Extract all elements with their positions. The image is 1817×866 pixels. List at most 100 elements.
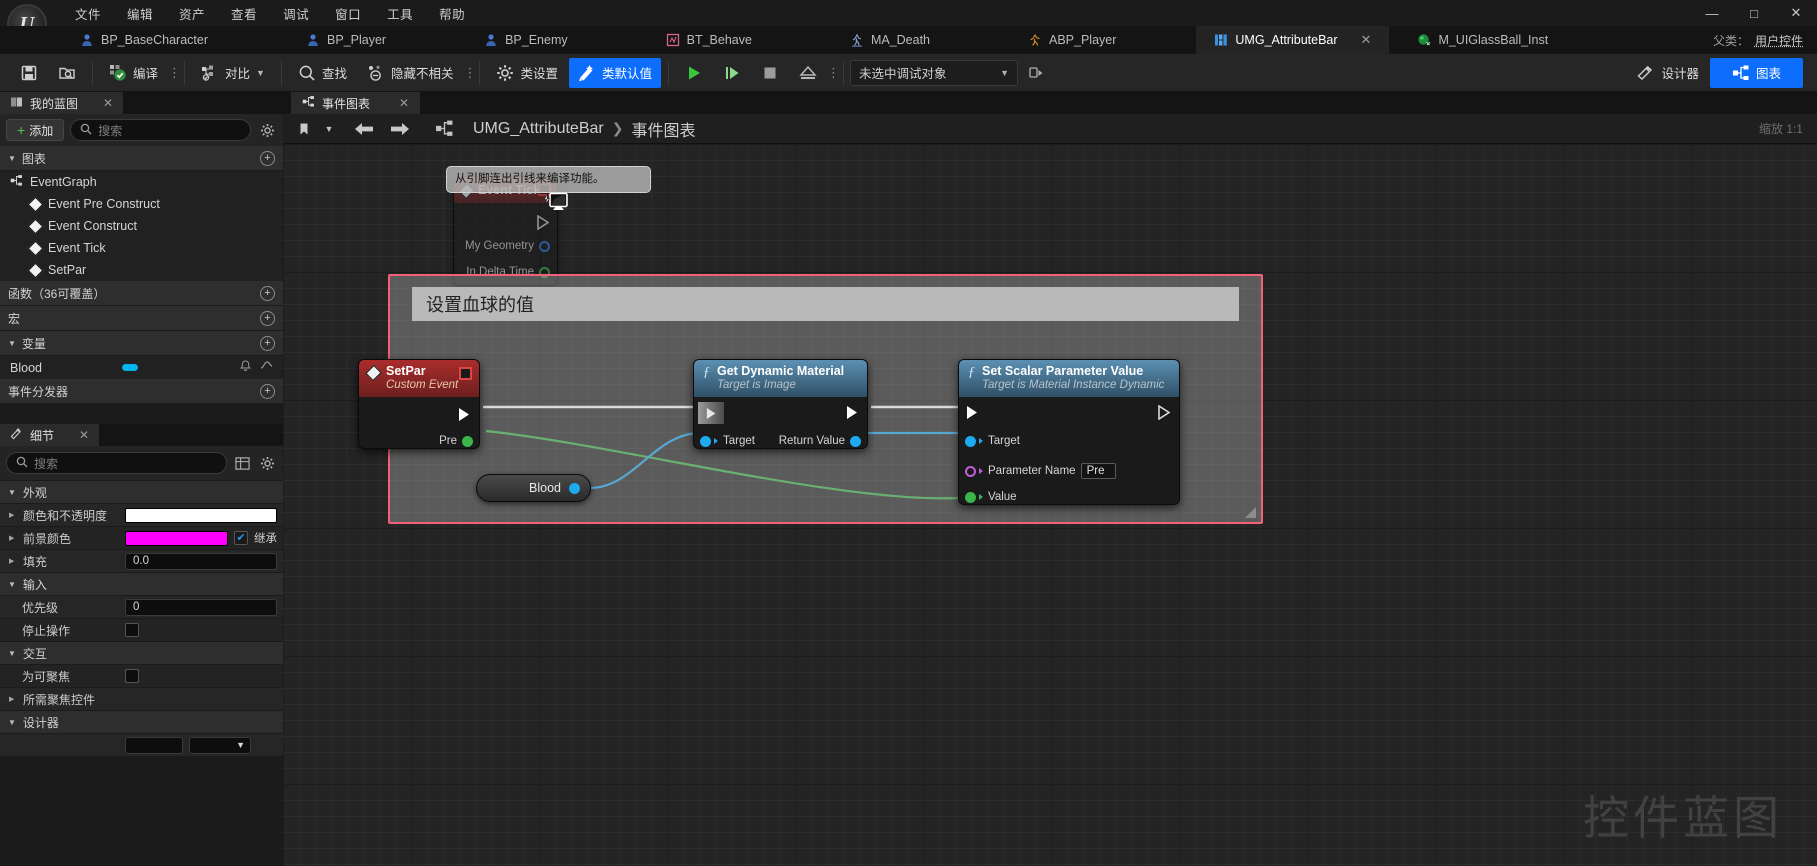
my-blueprint-search-input[interactable]: 搜索 (70, 119, 251, 141)
menu-item-window[interactable]: 窗口 (322, 1, 374, 26)
breadcrumb-leaf[interactable]: 事件图表 (631, 117, 695, 141)
add-variable-icon[interactable]: + (260, 335, 275, 351)
triangle-right-icon[interactable]: ▶ (9, 511, 17, 519)
details-category-appearance[interactable]: ▼ 外观 (0, 480, 283, 503)
section-variables[interactable]: ▼ 变量 + (0, 331, 283, 356)
asset-tab-bp-enemy[interactable]: BP_Enemy (466, 26, 586, 54)
property-row-priority[interactable]: 优先级 0 (0, 595, 283, 618)
property-row-is-focusable[interactable]: 为可聚焦 (0, 664, 283, 687)
designer-mode-button[interactable]: 设计器 (1628, 58, 1708, 88)
save-button[interactable] (11, 58, 47, 88)
step-button[interactable] (714, 58, 750, 88)
pin-parameter-name-input[interactable]: Parameter Name Pre (965, 463, 1116, 479)
menu-item-debug[interactable]: 调试 (270, 1, 322, 26)
browse-button[interactable] (49, 58, 85, 88)
details-category-input[interactable]: ▼ 输入 (0, 572, 283, 595)
minimize-button[interactable]: — (1691, 0, 1733, 26)
details-search-input[interactable]: 搜索 (6, 452, 227, 474)
asset-tab-bp-player[interactable]: BP_Player (288, 26, 404, 54)
graph-mode-button[interactable]: 图表 (1709, 57, 1803, 88)
pin-value-input[interactable]: Value (965, 491, 1017, 503)
eject-button[interactable] (790, 58, 826, 88)
tree-item-event-pre-construct[interactable]: Event Pre Construct (0, 193, 283, 215)
graph-canvas[interactable]: Event Tick My Geometry In Delta Time 从引脚… (283, 144, 1817, 866)
details-settings-icon[interactable] (258, 454, 277, 473)
parent-class-link[interactable]: 用户控件 (1755, 32, 1803, 49)
variable-row-blood[interactable]: Blood (0, 356, 283, 379)
event-graph-tab[interactable]: 事件图表 ✕ (291, 92, 421, 114)
tree-item-setpar[interactable]: SetPar (0, 259, 283, 281)
section-macros[interactable]: 宏 + (0, 306, 283, 331)
exec-output-pin[interactable] (846, 405, 859, 425)
asset-tab-m-uiglassball-inst[interactable]: M_UIGlassBall_Inst (1399, 26, 1566, 54)
close-icon[interactable]: ✕ (103, 96, 113, 110)
is-focusable-checkbox[interactable] (125, 669, 139, 683)
tree-item-event-construct[interactable]: Event Construct (0, 215, 283, 237)
my-blueprint-settings-icon[interactable] (257, 120, 277, 140)
section-graphs[interactable]: ▼ 图表 + (0, 146, 283, 171)
stop-action-checkbox[interactable] (125, 623, 139, 637)
designer-size-input[interactable] (125, 736, 183, 754)
graph-root-icon[interactable] (429, 118, 459, 140)
close-tab-icon[interactable]: ✕ (1361, 32, 1372, 48)
tree-item-eventgraph[interactable]: EventGraph (0, 171, 283, 193)
exec-output-pin[interactable] (458, 407, 471, 427)
details-category-interaction[interactable]: ▼ 交互 (0, 641, 283, 664)
asset-tab-ma-death[interactable]: MA_Death (832, 26, 948, 54)
add-graph-icon[interactable]: + (260, 150, 275, 166)
setpar-breakpoint-marker[interactable] (459, 367, 472, 380)
details-tab[interactable]: 细节 ✕ (0, 424, 100, 446)
property-row-desired-focus-widget[interactable]: ▶ 所需聚焦控件 (0, 687, 283, 710)
compile-button[interactable]: 编译 (100, 58, 167, 88)
menu-item-edit[interactable]: 编辑 (114, 1, 166, 26)
add-function-icon[interactable]: + (260, 285, 275, 301)
triangle-right-icon[interactable]: ▶ (9, 695, 17, 703)
property-row-foreground-color[interactable]: ▶ 前景颜色 ✔ 继承 (0, 526, 283, 549)
padding-input[interactable]: 0.0 (125, 552, 277, 570)
compile-options-icon[interactable]: ⋮ (168, 65, 181, 81)
property-row-padding[interactable]: ▶ 填充 0.0 (0, 549, 283, 572)
debug-object-select[interactable]: 未选中调试对象 ▼ (850, 59, 1019, 86)
back-arrow-icon[interactable] (351, 118, 377, 140)
bookmark-icon[interactable] (291, 118, 317, 140)
color-swatch-magenta[interactable] (125, 530, 228, 546)
menu-item-view[interactable]: 查看 (218, 1, 270, 26)
node-setpar[interactable]: SetPar Custom Event Pre (358, 359, 480, 449)
details-columns-icon[interactable] (233, 454, 252, 473)
triangle-right-icon[interactable]: ▶ (9, 557, 17, 565)
my-blueprint-tab[interactable]: 我的蓝图 ✕ (0, 92, 124, 114)
property-row-designer-extra[interactable]: ▼ (0, 733, 283, 756)
exec-input-pin[interactable] (698, 402, 724, 424)
play-options-icon[interactable]: ⋮ (827, 65, 840, 81)
pin-target-input[interactable]: Target (700, 435, 755, 447)
menu-item-assets[interactable]: 资产 (166, 1, 218, 26)
asset-tab-bt-behave[interactable]: BT_Behave (648, 26, 770, 54)
property-row-color-and-opacity[interactable]: ▶ 颜色和不透明度 (0, 503, 283, 526)
debug-filter-button[interactable] (1019, 58, 1055, 88)
curve-icon[interactable] (260, 360, 273, 375)
comment-resize-handle[interactable] (1245, 507, 1256, 518)
section-event-dispatchers[interactable]: 事件分发器 + (0, 379, 283, 404)
comment-title[interactable]: 设置血球的值 (412, 287, 1239, 321)
pin-return-value-output[interactable]: Return Value (779, 435, 861, 447)
stop-button[interactable] (752, 58, 788, 88)
forward-arrow-icon[interactable] (387, 118, 413, 140)
play-button[interactable] (676, 58, 712, 88)
find-button[interactable]: 查找 (289, 58, 356, 88)
class-defaults-button[interactable]: 类默认值 (569, 57, 662, 88)
property-row-stop-action[interactable]: 停止操作 (0, 618, 283, 641)
color-swatch-white[interactable] (125, 507, 277, 523)
bell-icon[interactable] (239, 360, 252, 375)
asset-tab-umg-attributebar[interactable]: UMG_AttributeBar ✕ (1196, 26, 1390, 54)
add-button[interactable]: + 添加 (6, 119, 65, 141)
triangle-right-icon[interactable]: ▶ (9, 534, 17, 542)
close-window-button[interactable]: ✕ (1775, 0, 1817, 26)
add-macro-icon[interactable]: + (260, 310, 275, 326)
maximize-button[interactable]: □ (1733, 0, 1775, 26)
menu-item-tools[interactable]: 工具 (374, 1, 426, 26)
node-blood-variable[interactable]: Blood (476, 474, 591, 502)
parameter-name-input[interactable]: Pre (1080, 463, 1116, 479)
menu-item-file[interactable]: 文件 (62, 1, 114, 26)
breadcrumb-root[interactable]: UMG_AttributeBar (473, 120, 604, 138)
pin-pre-output[interactable]: Pre (439, 435, 473, 447)
